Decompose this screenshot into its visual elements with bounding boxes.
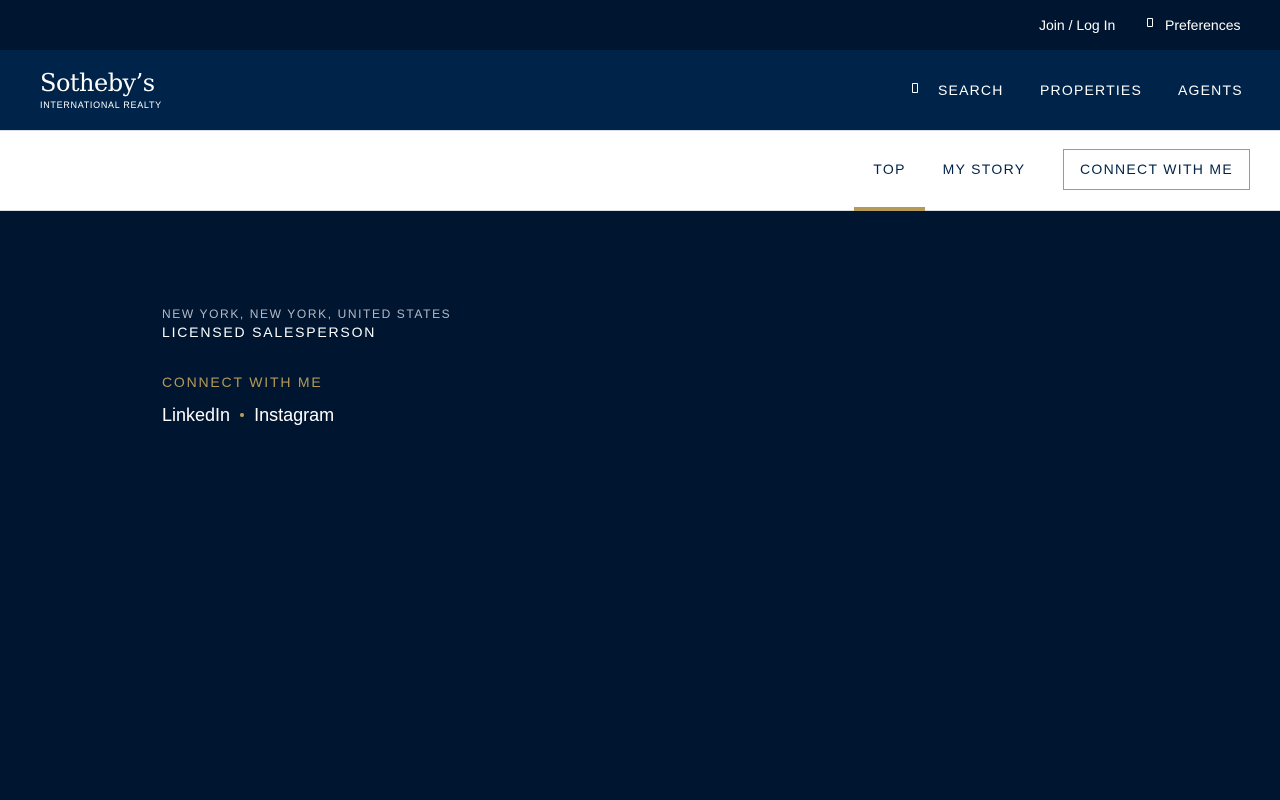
tab-my-story[interactable]: MY STORY: [935, 131, 1033, 211]
instagram-link[interactable]: Instagram: [254, 405, 334, 426]
connect-with-me-button[interactable]: CONNECT WITH ME: [1063, 149, 1250, 190]
logo-subtitle: INTERNATIONAL REALTY: [40, 100, 162, 110]
logo[interactable]: Sotheby’s INTERNATIONAL REALTY: [40, 69, 162, 110]
nav-agents[interactable]: AGENTS: [1178, 82, 1243, 98]
agent-sub-nav: TOP MY STORY CONNECT WITH ME: [0, 130, 1280, 211]
connect-heading: CONNECT WITH ME: [162, 374, 323, 390]
nav-properties[interactable]: PROPERTIES: [1040, 82, 1142, 98]
agent-hero: NEW YORK, NEW YORK, UNITED STATES LICENS…: [0, 211, 1280, 800]
social-links: LinkedIn Instagram: [162, 404, 334, 426]
join-login-link[interactable]: Join / Log In: [1039, 17, 1115, 33]
agent-location: NEW YORK, NEW YORK, UNITED STATES: [162, 307, 452, 321]
logo-wordmark: Sotheby’s: [40, 69, 155, 97]
search-icon[interactable]: [912, 83, 918, 93]
tab-top[interactable]: TOP: [854, 131, 925, 211]
bookmark-icon[interactable]: [1147, 18, 1153, 27]
main-header: Sotheby’s INTERNATIONAL REALTY SEARCH PR…: [0, 50, 1280, 130]
utility-bar: Join / Log In Preferences: [0, 0, 1280, 50]
preferences-link[interactable]: Preferences: [1165, 17, 1240, 33]
nav-search[interactable]: SEARCH: [938, 82, 1004, 98]
separator-dot: [240, 413, 245, 417]
agent-role: LICENSED SALESPERSON: [162, 324, 377, 340]
linkedin-link[interactable]: LinkedIn: [162, 405, 230, 426]
